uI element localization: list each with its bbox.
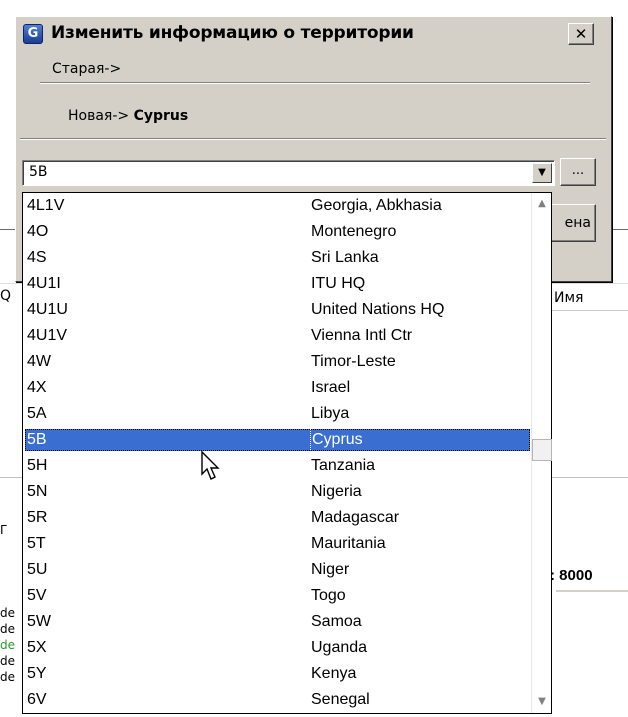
list-item-code: 6V (27, 691, 47, 708)
list-item[interactable]: 6V Senegal (25, 689, 530, 711)
list-item-name: Tanzania (311, 457, 376, 474)
list-item[interactable]: 4U1I ITU HQ (25, 273, 530, 295)
list-item[interactable]: 5V Togo (25, 585, 530, 607)
list-item[interactable]: 4L1V Georgia, Abkhasia (25, 195, 530, 217)
scrollbar-thumb[interactable] (532, 439, 552, 461)
list-item-code: 5H (27, 457, 48, 474)
list-item-code: 4U1I (27, 275, 61, 292)
separator (40, 82, 590, 84)
list-item-code: 4W (27, 353, 51, 370)
list-item-name: Vienna Intl Ctr (311, 327, 413, 344)
list-item-name: Sri Lanka (311, 249, 379, 266)
scroll-up-icon[interactable]: ▲ (534, 195, 550, 213)
list-item-code: 5U (27, 561, 48, 578)
list-item-name: Madagascar (311, 509, 400, 526)
list-item-selected[interactable]: 5B Cyprus (25, 429, 530, 451)
separator (20, 138, 606, 140)
list-item-name: Uganda (311, 639, 368, 656)
list-item[interactable]: 4O Montenegro (25, 221, 530, 243)
list-item-name: Samoa (311, 613, 362, 630)
list-item-code: 4X (27, 379, 47, 396)
dialog-title-bar[interactable]: G Изменить информацию о территории ✕ (19, 21, 607, 47)
list-item-name: Georgia, Abkhasia (311, 197, 442, 214)
old-territory-label: Старая-> (52, 61, 122, 77)
log-line-fragment: de (0, 638, 15, 652)
list-item-name: Togo (311, 587, 346, 604)
list-item-code: 5B (27, 431, 47, 448)
list-item-name: ITU HQ (311, 275, 366, 292)
list-item-code: 4U1V (27, 327, 68, 344)
list-scrollbar[interactable]: ▲ ▼ (531, 193, 552, 713)
log-line-fragment: de (0, 622, 15, 636)
list-item[interactable]: 5N Nigeria (25, 481, 530, 503)
list-item-name: Libya (311, 405, 350, 422)
list-item-code: 4L1V (27, 197, 65, 214)
chevron-down-icon[interactable]: ▼ (532, 163, 552, 183)
list-item-name: Israel (311, 379, 351, 396)
list-item[interactable]: 5U Niger (25, 559, 530, 581)
list-item-name: Kenya (311, 665, 357, 682)
name-column-header[interactable]: Имя (554, 290, 583, 306)
list-item[interactable]: 5W Samoa (25, 611, 530, 633)
list-item-code: 5R (27, 509, 48, 526)
list-item-code: 4U1U (27, 301, 68, 318)
log-line-fragment: de (0, 654, 15, 668)
scroll-down-icon[interactable]: ▼ (534, 693, 550, 711)
list-item-code: 4O (27, 223, 49, 240)
list-item-name: Cyprus (310, 429, 363, 450)
new-territory-value: Cyprus (133, 108, 189, 124)
background-divider (556, 590, 628, 592)
list-item-name: Niger (311, 561, 350, 578)
territory-dropdown-list[interactable]: ▲ ▼ 4L1V Georgia, Abkhasia 4O Montenegro 4S S… (22, 192, 552, 714)
list-item-name: Mauritania (311, 535, 386, 552)
list-item-name: Nigeria (311, 483, 362, 500)
list-item-code: 5T (27, 535, 46, 552)
list-item-code: 5X (27, 639, 47, 656)
log-line-fragment: de (0, 670, 15, 684)
list-item-name: United Nations HQ (311, 301, 445, 318)
frequency-fragment: : 8000 (550, 567, 593, 584)
list-item-code: 5A (27, 405, 47, 422)
list-item[interactable]: 4U1V Vienna Intl Ctr (25, 325, 530, 347)
list-item[interactable]: 4X Israel (25, 377, 530, 399)
list-item[interactable]: 5R Madagascar (25, 507, 530, 529)
combobox-value: 5B (29, 164, 48, 180)
list-item-code: 5N (27, 483, 48, 500)
list-item-name: Timor-Leste (311, 353, 396, 370)
list-item-name: Senegal (311, 691, 370, 708)
territory-combobox[interactable]: 5B ▼ (22, 160, 555, 186)
list-item[interactable]: 5A Libya (25, 403, 530, 425)
list-item[interactable]: 5X Uganda (25, 637, 530, 659)
browse-button[interactable]: ... (560, 158, 596, 186)
dialog-title: Изменить информацию о территории (51, 23, 414, 43)
new-territory-label: Новая-> Cyprus (68, 108, 188, 124)
list-item[interactable]: 5H Tanzania (25, 455, 530, 477)
list-item[interactable]: 4S Sri Lanka (25, 247, 530, 269)
background-divider (552, 310, 628, 311)
new-territory-prefix: Новая-> (68, 108, 130, 124)
list-item[interactable]: 5T Mauritania (25, 533, 530, 555)
list-item-code: 5V (27, 587, 47, 604)
list-item[interactable]: 4U1U United Nations HQ (25, 299, 530, 321)
background-column-fragment: Γ (0, 523, 7, 537)
close-button[interactable]: ✕ (568, 23, 594, 45)
list-item-name: Montenegro (311, 223, 397, 240)
list-item-code: 4S (27, 249, 47, 266)
mouse-cursor-icon (201, 450, 220, 480)
background-column-fragment: Q (0, 288, 12, 304)
app-icon: G (23, 24, 43, 44)
list-item[interactable]: 5Y Kenya (25, 663, 530, 685)
log-line-fragment: de (0, 606, 15, 620)
list-item-code: 5W (27, 613, 51, 630)
list-item-code: 5Y (27, 665, 47, 682)
list-item[interactable]: 4W Timor-Leste (25, 351, 530, 373)
